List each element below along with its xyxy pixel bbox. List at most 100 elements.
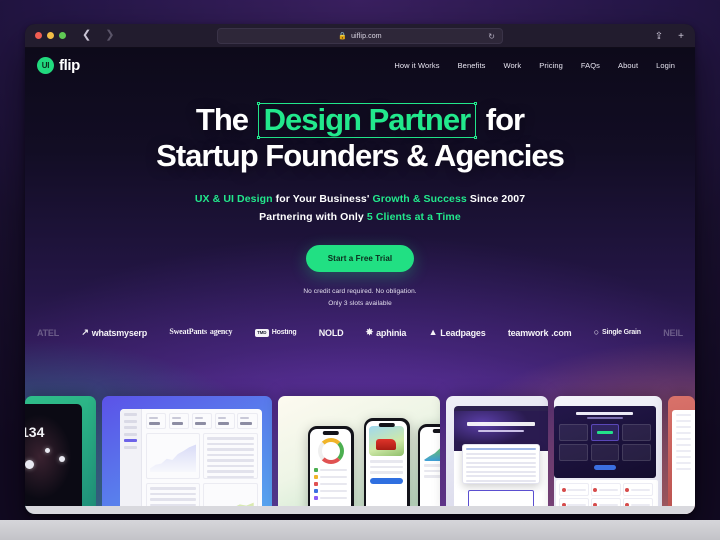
nav-item-how-it-works[interactable]: How it Works (394, 61, 439, 70)
browser-chrome: ❮ ❯ 🔒 uiflip.com ↻ ⇪ + (25, 24, 695, 48)
sub-text-business: for Your Business' (275, 192, 370, 205)
browser-window: ❮ ❯ 🔒 uiflip.com ↻ ⇪ + UI flip How it Wo… (25, 24, 695, 514)
planet-dot-icon (59, 456, 65, 462)
grain-icon: ○ (593, 327, 600, 338)
client-logo-teamwork-text: teamwork (507, 327, 549, 338)
dashboard-kpi-row (146, 413, 258, 429)
portfolio-showcase: 134 (25, 394, 695, 514)
phone-mockup-budget (307, 426, 354, 514)
headline-highlight-box: Design Partner (256, 102, 478, 139)
client-logo-whatsmyserp-text: whatsmyserp (91, 327, 148, 338)
sidebar-row-active (124, 439, 138, 442)
planet-dot-icon (25, 460, 34, 469)
nav-item-work[interactable]: Work (503, 61, 521, 70)
client-logo-atel-text: ATEL (37, 327, 60, 338)
url-bar[interactable]: 🔒 uiflip.com ↻ (217, 28, 503, 44)
pricing-column (559, 424, 588, 461)
lock-icon: 🔒 (338, 33, 348, 40)
reload-icon[interactable]: ↻ (488, 32, 495, 41)
handle-top-right-icon (474, 102, 478, 105)
showcase-card-space-game[interactable]: 134 (25, 396, 97, 514)
client-logo-sweatpants-text: SweatPants (169, 327, 207, 337)
subheadline-line-2: Partnering with Only 5 Clients at a Time (25, 208, 695, 226)
minimize-window-button[interactable] (47, 32, 54, 39)
client-logo-neil-text: NEIL (663, 327, 683, 338)
client-logo-teamwork-suffix: .com (551, 327, 572, 338)
dashboard-charts-row (146, 433, 258, 479)
dashboard-sidebar (120, 409, 143, 514)
maximize-window-button[interactable] (59, 32, 66, 39)
sidebar-row (124, 426, 138, 429)
sidebar-row (124, 445, 138, 449)
nav-item-pricing[interactable]: Pricing (539, 61, 563, 70)
kpi-card (168, 413, 190, 429)
client-logo-tmdhosting: TMD Hosting (254, 328, 297, 337)
showcase-card-analytics-dashboard[interactable] (102, 396, 272, 514)
list-item (370, 460, 404, 463)
testimonial-card (622, 483, 653, 496)
nav-item-benefits[interactable]: Benefits (458, 61, 486, 70)
handle-top-left-icon (256, 102, 260, 105)
showcase-card-serp-site[interactable] (445, 396, 549, 514)
pricing-cell (622, 444, 651, 461)
pricing-grid (559, 424, 651, 461)
pricing-cell (590, 444, 620, 461)
list-item (424, 469, 440, 472)
site-logo[interactable]: UI flip (37, 56, 80, 74)
list-item (314, 489, 348, 493)
space-game-score: 134 (25, 424, 45, 440)
primary-action-button (370, 477, 404, 484)
cta-fineprint: No credit card required. No obligation. … (25, 286, 695, 310)
page-bottom-trim (25, 506, 695, 514)
client-logo-aphinia-text: aphinia (376, 327, 407, 338)
client-logo-whatsmyserp: ↗ whatsmyserp (81, 328, 147, 338)
plus-icon[interactable]: + (678, 31, 684, 42)
phone-notch-icon (378, 422, 395, 427)
list-item (424, 475, 440, 478)
showcase-card-mobile-apps[interactable] (277, 396, 440, 514)
list-item (314, 496, 348, 500)
pricing-subtitle (586, 417, 624, 419)
showcase-card-edge[interactable] (667, 396, 695, 514)
back-button[interactable]: ❮ (82, 30, 91, 41)
showcase-card-pricing-page[interactable] (554, 396, 662, 514)
handle-bottom-left-icon (256, 135, 260, 139)
pricing-column (622, 424, 651, 461)
phone-mockup-growth-chart (417, 424, 440, 514)
pricing-cell-featured (590, 424, 620, 441)
logo-wordmark: flip (59, 56, 80, 74)
pricing-column (590, 424, 620, 461)
window-controls[interactable] (35, 32, 66, 39)
subheadline-line-1: UX & UI Design for Your Business' Growth… (25, 190, 695, 208)
sub-accent-growth: Growth & Success (372, 192, 467, 205)
share-icon[interactable]: ⇪ (655, 31, 663, 42)
tmd-badge-icon: TMD (254, 328, 269, 337)
close-window-button[interactable] (35, 32, 42, 39)
kpi-card (146, 413, 167, 429)
arrow-up-right-icon: ↗ (81, 327, 89, 338)
fineprint-line-2: Only 3 slots available (328, 299, 392, 307)
logo-mark-icon: UI (37, 56, 54, 74)
nav-item-about[interactable]: About (618, 61, 638, 70)
traffic-line-chart (146, 433, 201, 479)
space-game-screen: 134 (25, 404, 83, 514)
main-navigation[interactable]: How it Works Benefits Work Pricing FAQs … (394, 61, 675, 70)
pricing-cell (622, 424, 651, 441)
sub-text-partnering: Partnering with Only (259, 211, 364, 224)
client-logo-leadpages: ▲ Leadpages (429, 328, 486, 338)
cta-container: Start a Free Trial (25, 244, 695, 272)
floating-table-card (461, 444, 541, 484)
chrome-actions[interactable]: ⇪ + (655, 24, 684, 48)
nav-item-faqs[interactable]: FAQs (581, 61, 600, 70)
phone-screen (366, 421, 408, 514)
headline-highlight-text: Design Partner (263, 102, 472, 137)
list-item (314, 468, 348, 472)
sidebar-row (124, 413, 138, 416)
start-free-trial-button[interactable]: Start a Free Trial (305, 244, 415, 272)
fineprint-line-1: No credit card required. No obligation. (303, 287, 417, 295)
forward-button[interactable]: ❯ (105, 30, 114, 41)
headline-word-for: for (485, 102, 525, 137)
nav-item-login[interactable]: Login (656, 61, 675, 70)
dashboard-body (142, 409, 262, 514)
navigation-buttons[interactable]: ❮ ❯ (82, 30, 114, 41)
